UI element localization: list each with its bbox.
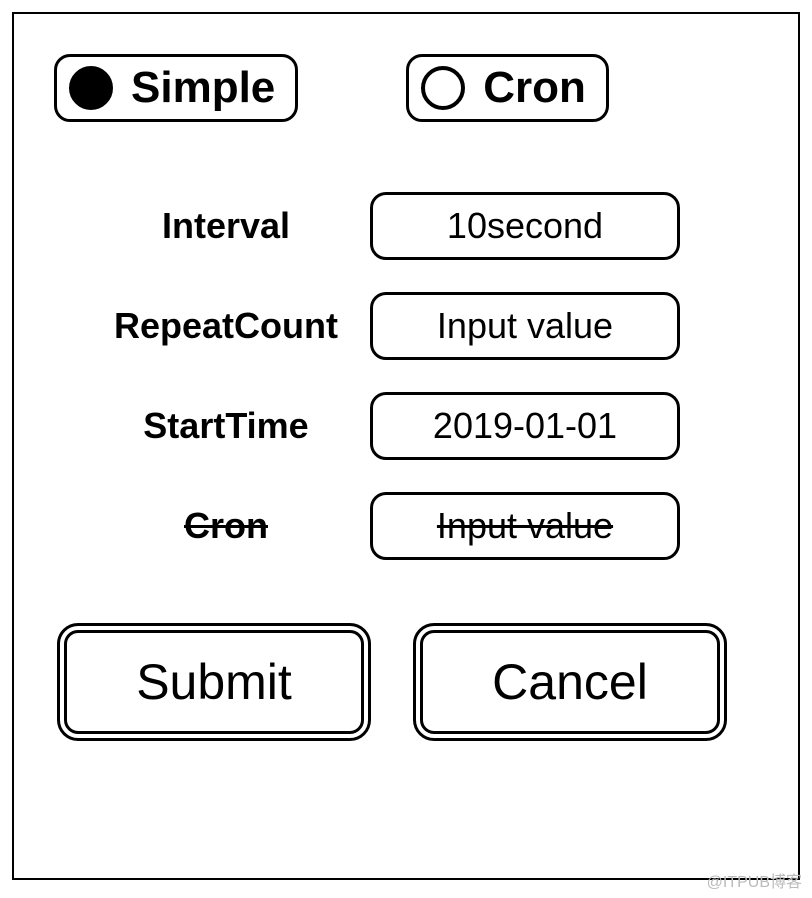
simple-radio-label: Simple <box>131 63 275 113</box>
cron-field-input: Input value <box>370 492 680 560</box>
form-fields: Interval 10second RepeatCount Input valu… <box>106 192 758 560</box>
repeatcount-row: RepeatCount Input value <box>106 292 758 360</box>
radio-group: Simple Cron <box>54 54 758 122</box>
repeatcount-input[interactable]: Input value <box>370 292 680 360</box>
starttime-label: StartTime <box>106 405 346 447</box>
simple-radio[interactable]: Simple <box>54 54 298 122</box>
watermark-text: @ITPUB博客 <box>707 868 802 892</box>
cron-radio[interactable]: Cron <box>406 54 609 122</box>
cron-row: Cron Input value <box>106 492 758 560</box>
interval-input[interactable]: 10second <box>370 192 680 260</box>
radio-selected-icon <box>69 66 113 110</box>
repeatcount-label: RepeatCount <box>106 305 346 347</box>
radio-unselected-icon <box>421 66 465 110</box>
starttime-row: StartTime 2019-01-01 <box>106 392 758 460</box>
submit-button[interactable]: Submit <box>64 630 364 734</box>
cron-radio-label: Cron <box>483 63 586 113</box>
interval-label: Interval <box>106 205 346 247</box>
cron-field-label: Cron <box>106 505 346 547</box>
starttime-input[interactable]: 2019-01-01 <box>370 392 680 460</box>
dialog-frame: Simple Cron Interval 10second RepeatCoun… <box>12 12 800 880</box>
interval-row: Interval 10second <box>106 192 758 260</box>
cancel-button[interactable]: Cancel <box>420 630 720 734</box>
action-buttons: Submit Cancel <box>64 630 758 734</box>
